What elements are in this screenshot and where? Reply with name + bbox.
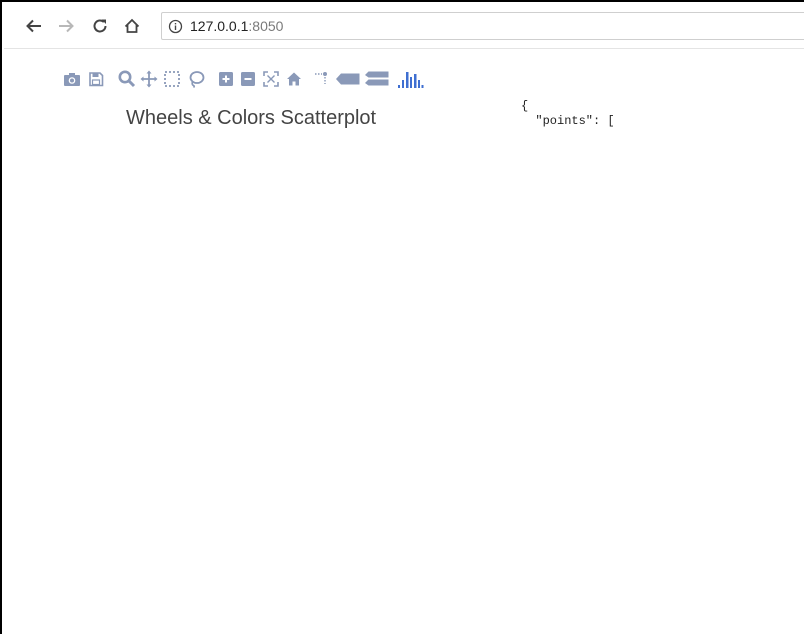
spike-lines-icon xyxy=(315,72,327,84)
url-text: 127.0.0.1:8050 xyxy=(190,18,283,34)
pan-icon xyxy=(140,70,158,88)
toggle-spike-lines-button[interactable] xyxy=(311,67,333,91)
box-select-button[interactable] xyxy=(161,67,183,91)
save-plot-button[interactable] xyxy=(85,67,107,91)
autoscale-button[interactable] xyxy=(260,67,282,91)
browser-window: 127.0.0.1:8050 Wheels & Colors Scatterpl… xyxy=(0,0,804,636)
hover-compare-button[interactable] xyxy=(364,67,390,91)
camera-icon xyxy=(64,73,80,86)
forward-button[interactable] xyxy=(54,14,78,38)
back-button[interactable] xyxy=(22,14,46,38)
download-plot-button[interactable] xyxy=(61,67,83,91)
json-line-2: "points": [ xyxy=(521,114,615,128)
hover-compare-icon xyxy=(365,71,389,86)
lasso-select-icon xyxy=(189,71,205,88)
home-icon xyxy=(287,72,301,86)
hover-closest-button[interactable] xyxy=(335,67,361,91)
reload-button[interactable] xyxy=(88,14,112,38)
home-button[interactable] xyxy=(120,14,144,38)
page-content: Wheels & Colors Scatterplot { "points": … xyxy=(4,49,804,636)
url-port: :8050 xyxy=(248,18,284,34)
zoom-out-icon xyxy=(241,72,255,86)
browser-toolbar: 127.0.0.1:8050 xyxy=(4,4,804,49)
info-icon xyxy=(168,19,183,33)
save-icon xyxy=(89,72,104,87)
url-host: 127.0.0.1 xyxy=(190,18,249,34)
zoom-in-icon xyxy=(219,72,233,86)
home-icon xyxy=(124,18,140,33)
box-select-icon xyxy=(164,71,180,87)
plotly-logo-icon xyxy=(398,72,424,88)
address-bar[interactable]: 127.0.0.1:8050 xyxy=(161,12,804,40)
arrow-left-icon xyxy=(26,19,41,33)
graph-title: Wheels & Colors Scatterplot xyxy=(126,107,377,129)
zoom-in-button[interactable] xyxy=(215,67,237,91)
pan-button[interactable] xyxy=(138,67,160,91)
zoom-out-button[interactable] xyxy=(237,67,259,91)
reset-axes-button[interactable] xyxy=(283,67,305,91)
lasso-select-button[interactable] xyxy=(185,67,207,91)
hover-closest-icon xyxy=(336,73,360,85)
autoscale-icon xyxy=(263,71,279,87)
json-line-1: { xyxy=(521,99,529,113)
json-output: { "points": [ xyxy=(521,99,721,132)
reload-icon xyxy=(93,19,107,33)
zoom-icon xyxy=(118,70,136,88)
arrow-right-icon xyxy=(59,19,74,33)
zoom-button[interactable] xyxy=(116,67,138,91)
plotly-logo-link[interactable] xyxy=(395,67,427,91)
